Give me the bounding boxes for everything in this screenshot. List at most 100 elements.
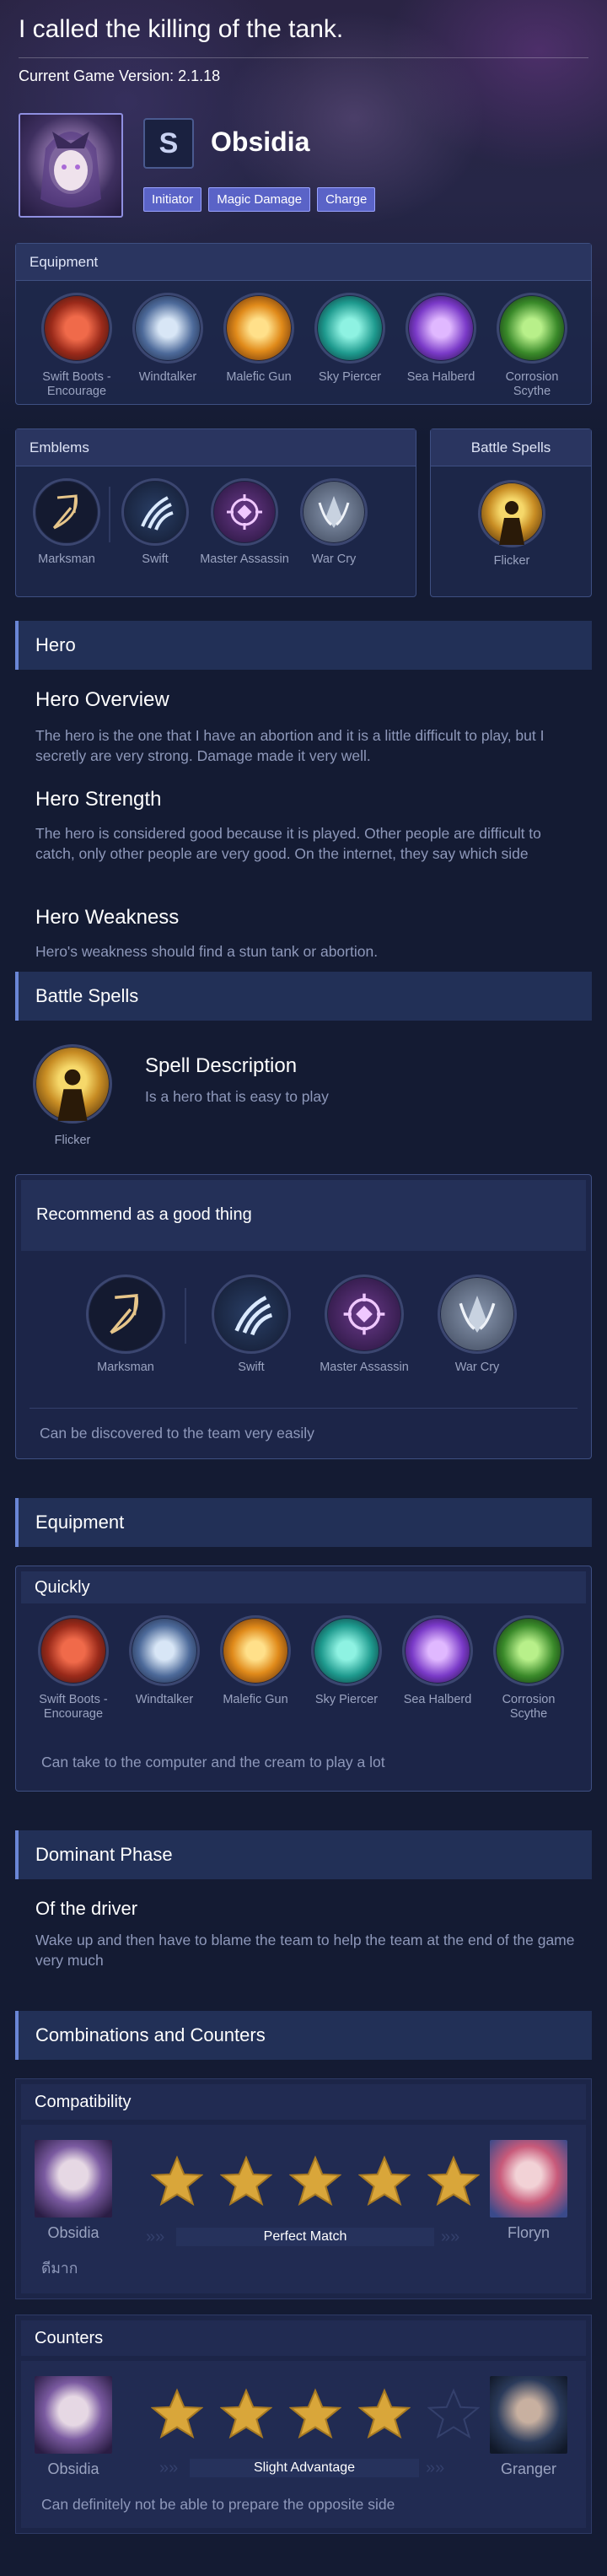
compat-right-name: Floryn	[507, 2224, 550, 2241]
battle-spells-section-title: Battle Spells	[15, 972, 592, 1021]
item-swift-boots[interactable]: Swift Boots - Encourage	[31, 293, 122, 399]
granger-avatar[interactable]	[490, 2376, 567, 2454]
war-cry-icon	[438, 1275, 517, 1354]
tag-charge[interactable]: Charge	[317, 187, 376, 212]
hero-portrait[interactable]	[19, 113, 123, 218]
hero-strength-text: The hero is considered good because it i…	[35, 825, 541, 862]
sky-piercer-icon	[314, 293, 385, 364]
talent-war-cry[interactable]: War Cry	[289, 478, 379, 567]
target-icon	[325, 1275, 404, 1354]
star-filled-icon	[151, 2155, 203, 2207]
counters-match-label: Slight Advantage	[190, 2459, 419, 2477]
windtalker-icon	[132, 293, 203, 364]
build-item-sky-piercer[interactable]: Sky Piercer	[301, 1615, 392, 1722]
equipment-build-panel: Quickly Swift Boots - Encourage Windtalk…	[15, 1566, 592, 1792]
emblems-panel: Emblems Marksman Swift Master Assassin W…	[15, 428, 416, 597]
hero-overview-text: The hero is the one that I have an abort…	[35, 727, 545, 764]
item-sky-piercer[interactable]: Sky Piercer	[304, 293, 395, 399]
emblem-marksman[interactable]: Marksman	[24, 478, 109, 567]
compat-note: ดีมาก	[41, 2260, 78, 2277]
build-item-windtalker[interactable]: Windtalker	[119, 1615, 210, 1722]
swift-icon	[121, 478, 189, 546]
equipment-panel: Equipment Swift Boots - Encourage Windta…	[15, 243, 592, 405]
counters-card: Counters Obsidia Granger Slight Advantag…	[15, 2315, 592, 2534]
battle-spells-panel: Battle Spells Flicker	[430, 428, 592, 597]
compat-match-label: Perfect Match	[176, 2228, 434, 2246]
game-version: Current Game Version: 2.1.18	[19, 67, 221, 84]
recommend-divider	[185, 1288, 186, 1344]
recommend-emblem-marksman[interactable]: Marksman	[75, 1275, 176, 1375]
obsidia-avatar[interactable]	[35, 2376, 112, 2454]
build-item-malefic-gun[interactable]: Malefic Gun	[210, 1615, 301, 1722]
compatibility-card: Compatibility Obsidia Floryn Perfect Mat…	[15, 2078, 592, 2299]
hero-overview-title: Hero Overview	[35, 688, 169, 711]
star-filled-icon	[427, 2155, 480, 2207]
battle-spell-flicker[interactable]: Flicker	[30, 1044, 115, 1148]
tag-initiator[interactable]: Initiator	[143, 187, 202, 212]
build-item-corrosion-scythe[interactable]: Corrosion Scythe	[483, 1615, 574, 1722]
hero-name: Obsidia	[211, 127, 310, 157]
dominant-phase-title: Dominant Phase	[15, 1830, 592, 1879]
sky-piercer-icon	[311, 1615, 382, 1686]
flicker-icon	[478, 480, 545, 547]
boots-icon	[41, 293, 112, 364]
marksman-icon	[33, 478, 100, 546]
combos-section-title: Combinations and Counters	[15, 2011, 592, 2060]
equipment-section-title: Equipment	[15, 1498, 592, 1547]
counters-right-name: Granger	[500, 2460, 557, 2477]
marksman-icon	[86, 1275, 165, 1354]
recommend-talent-master-assassin[interactable]: Master Assassin	[308, 1275, 421, 1375]
windtalker-icon	[129, 1615, 200, 1686]
equipment-build-note: Can take to the computer and the cream t…	[41, 1754, 385, 1770]
hero-section-title: Hero	[15, 621, 592, 670]
title-divider	[19, 57, 588, 58]
dominant-phase-subtitle: Of the driver	[35, 1898, 138, 1919]
compatibility-title: Compatibility	[21, 2084, 586, 2120]
equipment-build-title: Quickly	[21, 1571, 586, 1603]
star-empty-icon	[427, 2388, 480, 2439]
recommend-rule	[30, 1408, 577, 1409]
item-windtalker[interactable]: Windtalker	[122, 293, 213, 399]
floryn-avatar[interactable]	[490, 2140, 567, 2218]
counters-title: Counters	[21, 2320, 586, 2356]
dominant-phase-text: Wake up and then have to blame the team …	[35, 1932, 575, 1969]
star-filled-icon	[289, 2155, 341, 2207]
star-filled-icon	[358, 2155, 411, 2207]
compat-left-name: Obsidia	[47, 2224, 99, 2241]
counters-left-name: Obsidia	[47, 2460, 99, 2477]
chevron-right-icon: »»	[441, 2228, 460, 2246]
equipment-items: Swift Boots - Encourage Windtalker Malef…	[31, 293, 577, 399]
obsidia-avatar[interactable]	[35, 2140, 112, 2218]
recommend-talent-swift[interactable]: Swift	[195, 1275, 308, 1375]
hero-strength-title: Hero Strength	[35, 788, 162, 811]
corrosion-scythe-icon	[497, 293, 567, 364]
star-filled-icon	[220, 2388, 272, 2439]
spell-description-title: Spell Description	[145, 1054, 298, 1077]
hero-weakness-text: Hero's weakness should find a stun tank …	[35, 943, 379, 960]
malefic-gun-icon	[223, 293, 294, 364]
talent-swift[interactable]: Swift	[110, 478, 200, 567]
chevron-right-icon: »»	[426, 2459, 445, 2477]
talent-master-assassin[interactable]: Master Assassin	[200, 478, 289, 567]
corrosion-scythe-icon	[493, 1615, 564, 1686]
tag-magic-damage[interactable]: Magic Damage	[208, 187, 311, 212]
build-item-sea-halberd[interactable]: Sea Halberd	[392, 1615, 483, 1722]
build-item-swift-boots[interactable]: Swift Boots - Encourage	[28, 1615, 119, 1722]
chevron-left-icon: »»	[159, 2459, 179, 2477]
sea-halberd-icon	[402, 1615, 473, 1686]
star-filled-icon	[220, 2155, 272, 2207]
spell-flicker[interactable]: Flicker	[466, 480, 557, 569]
hero-tags: Initiator Magic Damage Charge	[143, 187, 376, 212]
star-filled-icon	[358, 2388, 411, 2439]
role-icon: S	[143, 118, 194, 169]
malefic-gun-icon	[220, 1615, 291, 1686]
item-corrosion-scythe[interactable]: Corrosion Scythe	[486, 293, 577, 399]
recommend-panel: Recommend as a good thing Marksman Swift…	[15, 1174, 592, 1459]
recommend-talent-war-cry[interactable]: War Cry	[421, 1275, 534, 1375]
emblems-panel-title: Emblems	[16, 429, 416, 466]
counters-note: Can definitely not be able to prepare th…	[41, 2496, 395, 2513]
item-malefic-gun[interactable]: Malefic Gun	[213, 293, 304, 399]
spell-description-text: Is a hero that is easy to play	[145, 1088, 329, 1105]
item-sea-halberd[interactable]: Sea Halberd	[395, 293, 486, 399]
sea-halberd-icon	[406, 293, 476, 364]
